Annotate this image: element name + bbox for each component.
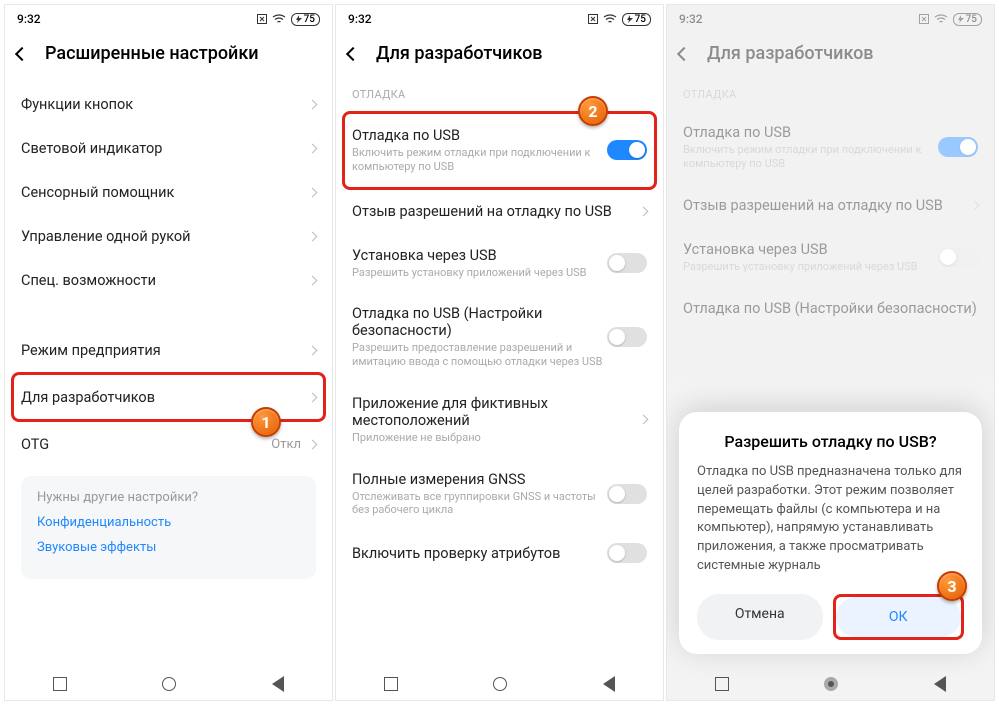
chevron-left-icon — [15, 46, 29, 60]
row-revoke-auth[interactable]: Отзыв разрешений на отладку по USB — [352, 190, 647, 234]
wifi-icon — [272, 14, 286, 24]
nav-back-icon[interactable] — [603, 676, 615, 692]
nav-recents-icon[interactable] — [715, 677, 729, 691]
chevron-right-icon — [639, 207, 649, 217]
chevron-right-icon — [970, 201, 980, 211]
chevron-right-icon — [308, 275, 318, 285]
row-usb-debug[interactable]: Отладка по USBВключить режим отладки при… — [352, 114, 647, 187]
status-bar: 9:32 75 — [336, 5, 663, 29]
card-question: Нужны другие настройки? — [37, 490, 300, 505]
nav-home-icon[interactable] — [824, 677, 838, 691]
row-revoke-auth: Отзыв разрешений на отладку по USB — [683, 184, 978, 228]
attributes-toggle[interactable] — [607, 543, 647, 563]
row-light-indicator[interactable]: Световой индикатор — [21, 126, 316, 170]
row-one-hand[interactable]: Управление одной рукой — [21, 214, 316, 258]
nav-home-icon[interactable] — [493, 677, 507, 691]
page-title: Расширенные настройки — [45, 43, 259, 64]
nav-bar — [5, 666, 332, 700]
settings-list[interactable]: Функции кнопок Световой индикатор Сенсор… — [5, 82, 332, 666]
row-gnss[interactable]: Полные измерения GNSSОтслеживать все гру… — [352, 458, 647, 531]
row-install-usb: Установка через USBРазрешить установку п… — [683, 228, 978, 287]
chevron-right-icon — [308, 187, 318, 197]
row-mock-location[interactable]: Приложение для фиктивных местоположенийП… — [352, 382, 647, 458]
chevron-right-icon — [308, 439, 318, 449]
chevron-left-icon — [346, 46, 360, 60]
highlight-box: Для разработчиков 1 — [11, 372, 326, 422]
other-settings-card: Нужны другие настройки? Конфиденциальнос… — [21, 476, 316, 579]
nav-bar — [667, 666, 994, 700]
chevron-right-icon — [308, 392, 318, 402]
phone-3: 9:32 75 Для разработчиков ОТЛАДКА Отладк… — [666, 4, 995, 701]
install-usb-toggle[interactable] — [607, 253, 647, 273]
status-icons: 75 — [257, 13, 320, 26]
row-attributes[interactable]: Включить проверку атрибутов — [352, 530, 647, 576]
dialog-overlay: Разрешить отладку по USB? Отладка по USB… — [667, 412, 994, 700]
row-accessibility[interactable]: Спец. возможности — [21, 258, 316, 302]
chevron-right-icon — [639, 415, 649, 425]
highlight-box: Отладка по USBВключить режим отладки при… — [342, 111, 657, 190]
header: Для разработчиков — [667, 29, 994, 82]
wifi-icon — [603, 14, 617, 24]
ok-button[interactable]: ОК — [836, 597, 962, 637]
install-usb-toggle — [938, 247, 978, 267]
usb-debug-toggle — [938, 137, 978, 157]
status-icons: 75 — [588, 13, 651, 26]
wifi-icon — [934, 14, 948, 24]
usb-debug-dialog: Разрешить отладку по USB? Отладка по USB… — [679, 412, 982, 654]
row-usb-security[interactable]: Отладка по USB (Настройки безопасности)Р… — [352, 292, 647, 382]
status-time: 9:32 — [348, 12, 372, 26]
nav-back-icon[interactable] — [272, 676, 284, 692]
section-debug: ОТЛАДКА — [683, 88, 978, 101]
nav-home-icon[interactable] — [162, 677, 176, 691]
link-privacy[interactable]: Конфиденциальность — [37, 515, 300, 530]
header: Для разработчиков — [336, 29, 663, 82]
nav-recents-icon[interactable] — [384, 677, 398, 691]
chevron-right-icon — [308, 231, 318, 241]
back-button[interactable] — [679, 49, 689, 59]
chevron-left-icon — [677, 46, 691, 60]
nav-bar — [336, 666, 663, 700]
page-title: Для разработчиков — [707, 43, 874, 64]
cancel-button[interactable]: Отмена — [697, 594, 823, 640]
header: Расширенные настройки — [5, 29, 332, 82]
link-sound[interactable]: Звуковые эффекты — [37, 540, 300, 555]
step-marker-1: 1 — [251, 407, 281, 437]
usb-debug-toggle[interactable] — [607, 140, 647, 160]
status-bar: 9:32 75 — [5, 5, 332, 29]
status-bar: 9:32 75 — [667, 5, 994, 29]
battery-icon: 75 — [622, 13, 651, 26]
close-box-icon — [588, 14, 598, 24]
row-usb-debug: Отладка по USBВключить режим отладки при… — [683, 111, 978, 184]
close-box-icon — [257, 14, 267, 24]
battery-icon: 75 — [953, 13, 982, 26]
status-time: 9:32 — [679, 12, 703, 26]
chevron-right-icon — [308, 345, 318, 355]
row-install-usb[interactable]: Установка через USBРазрешить установку п… — [352, 234, 647, 293]
back-button[interactable] — [348, 49, 358, 59]
chevron-right-icon — [308, 143, 318, 153]
back-button[interactable] — [17, 49, 27, 59]
phone-2: 9:32 75 Для разработчиков ОТЛАДКА Отладк… — [335, 4, 664, 701]
row-touch-assistant[interactable]: Сенсорный помощник — [21, 170, 316, 214]
step-marker-3: 3 — [937, 571, 967, 601]
usb-security-toggle[interactable] — [607, 327, 647, 347]
status-icons: 75 — [919, 13, 982, 26]
chevron-right-icon — [308, 99, 318, 109]
dialog-body: Отладка по USB предназначена только для … — [697, 463, 964, 576]
page-title: Для разработчиков — [376, 43, 543, 64]
battery-icon: 75 — [291, 13, 320, 26]
nav-recents-icon[interactable] — [53, 677, 67, 691]
nav-back-icon[interactable] — [934, 676, 946, 692]
phone-1: 9:32 75 Расширенные настройки Функции кн… — [4, 4, 333, 701]
row-enterprise[interactable]: Режим предприятия — [21, 328, 316, 372]
close-box-icon — [919, 14, 929, 24]
gnss-toggle[interactable] — [607, 484, 647, 504]
step-marker-2: 2 — [578, 96, 608, 126]
row-usb-security: Отладка по USB (Настройки безопасности) — [683, 286, 978, 330]
dialog-title: Разрешить отладку по USB? — [697, 432, 964, 451]
status-time: 9:32 — [17, 12, 41, 26]
row-button-functions[interactable]: Функции кнопок — [21, 82, 316, 126]
developer-list[interactable]: ОТЛАДКА Отладка по USBВключить режим отл… — [336, 82, 663, 666]
